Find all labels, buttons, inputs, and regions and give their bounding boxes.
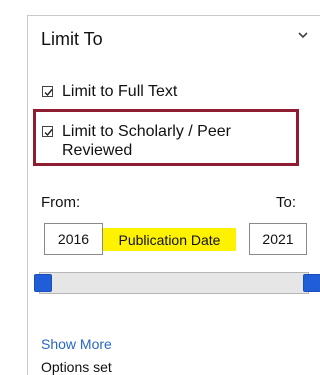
chevron-down-icon[interactable] <box>297 30 309 40</box>
from-label: From: <box>41 194 81 211</box>
scholarly-option[interactable]: Limit to Scholarly / Peer Reviewed <box>42 122 292 160</box>
to-label: To: <box>276 194 297 211</box>
checkmark-icon <box>44 129 53 137</box>
scholarly-checkbox[interactable] <box>42 126 53 137</box>
scholarly-label: Limit to Scholarly / Peer Reviewed <box>62 123 231 159</box>
full-text-checkbox[interactable] <box>42 86 53 97</box>
slider-max-handle[interactable] <box>303 274 320 292</box>
slider-min-handle[interactable] <box>34 274 52 292</box>
panel-title: Limit To <box>41 29 103 49</box>
options-set-status: Options set <box>41 359 112 375</box>
full-text-label: Limit to Full Text <box>62 83 178 100</box>
from-year-input[interactable]: 2016 <box>44 223 103 255</box>
checkmark-icon <box>44 89 53 97</box>
limit-to-panel: Limit To Limit to Full Text Limit to Sch… <box>27 15 320 375</box>
show-more-link[interactable]: Show More <box>41 336 112 352</box>
date-range-slider-track[interactable] <box>39 272 309 294</box>
full-text-option[interactable]: Limit to Full Text <box>42 82 177 101</box>
publication-date-label: Publication Date <box>103 228 236 251</box>
to-year-input[interactable]: 2021 <box>249 223 307 255</box>
